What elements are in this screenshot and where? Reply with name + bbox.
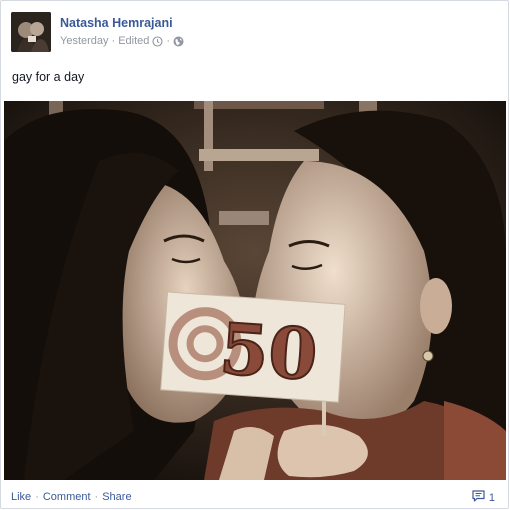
comment-link[interactable]: Comment	[43, 491, 91, 503]
post-card: Natasha Hemrajani Yesterday · Edited · g…	[0, 0, 509, 509]
post-timestamp[interactable]: Yesterday	[60, 35, 109, 47]
author-name[interactable]: Natasha Hemrajani	[60, 16, 173, 30]
meta-separator: ·	[166, 35, 171, 47]
meta-separator: ·	[111, 35, 116, 47]
like-link[interactable]: Like	[11, 491, 31, 503]
post-message: gay for a day	[12, 70, 85, 84]
comment-count-value: 1	[488, 491, 495, 504]
author-avatar[interactable]	[11, 12, 51, 52]
sign-number: 50	[217, 307, 320, 397]
post-actions: Like · Comment · Share	[11, 491, 132, 503]
comment-bubble-icon	[472, 490, 485, 505]
post-photo[interactable]: 50	[4, 101, 506, 480]
share-link[interactable]: Share	[102, 491, 131, 503]
post-meta: Yesterday · Edited ·	[60, 35, 184, 47]
action-separator: ·	[94, 491, 99, 503]
clock-icon[interactable]	[152, 35, 163, 47]
action-separator: ·	[35, 491, 39, 503]
comment-count[interactable]: 1	[472, 490, 495, 505]
edited-label[interactable]: Edited	[118, 35, 149, 47]
globe-icon[interactable]	[173, 36, 184, 47]
